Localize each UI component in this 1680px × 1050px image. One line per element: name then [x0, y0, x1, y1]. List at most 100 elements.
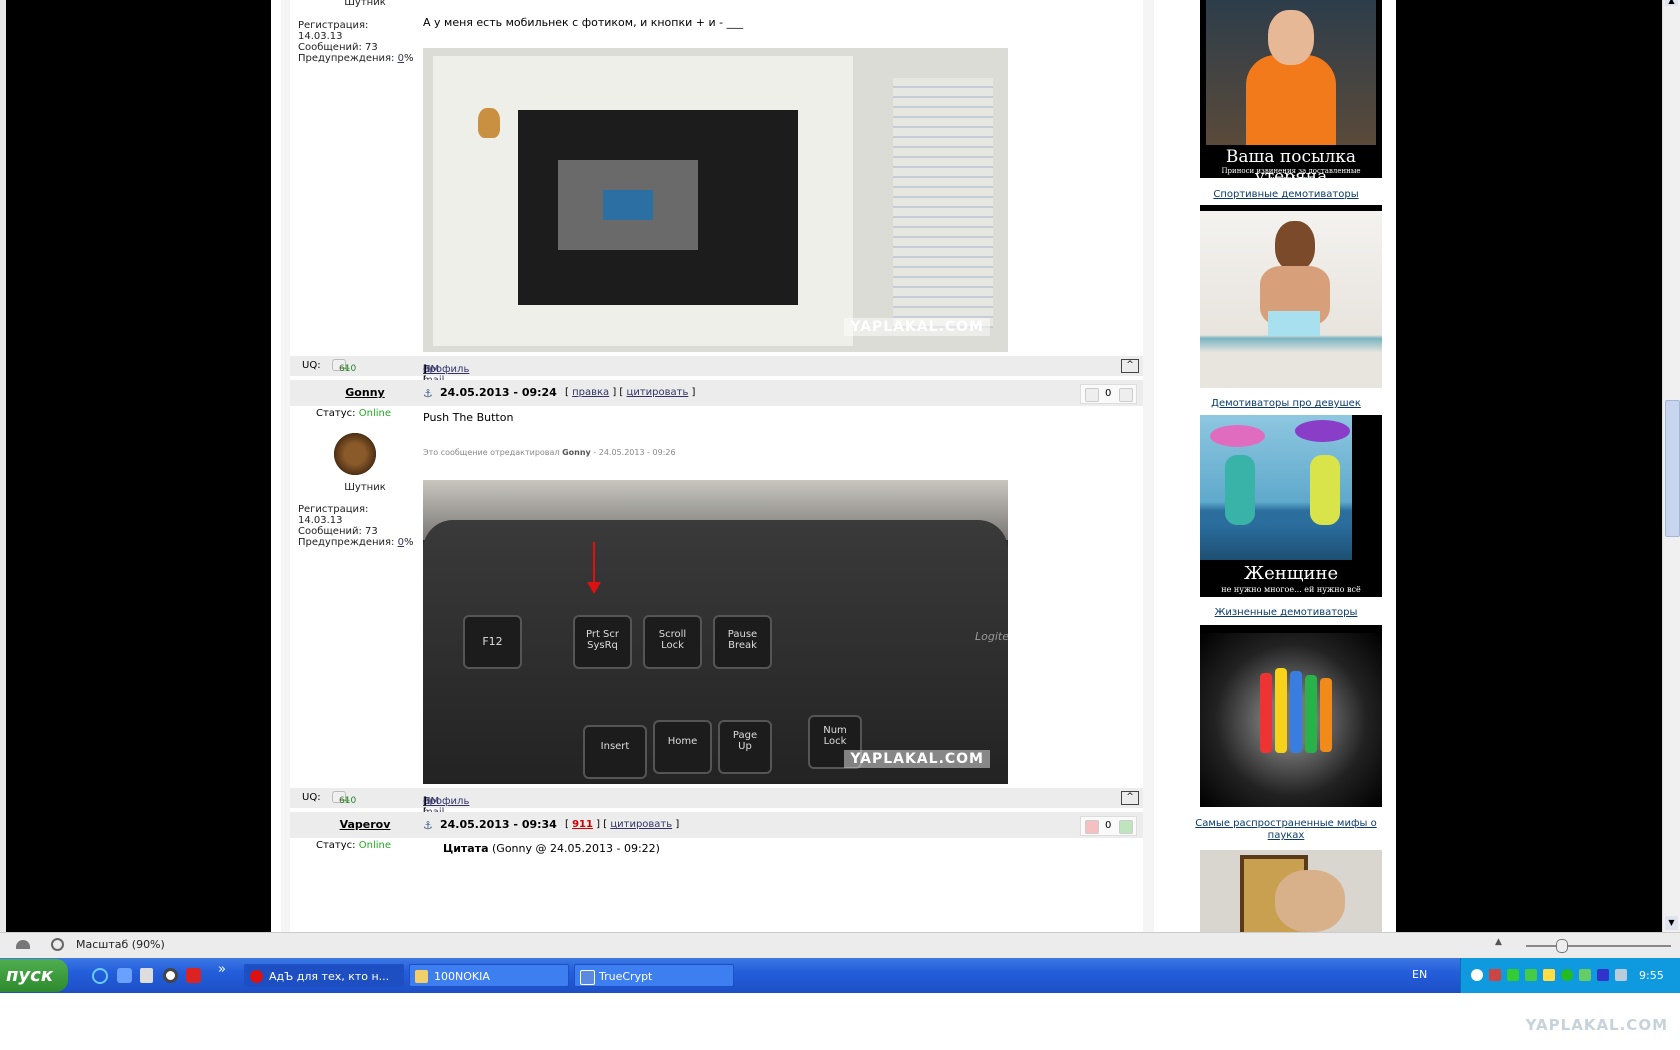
- quote-title: Цитата: [443, 842, 489, 855]
- ie-icon[interactable]: [92, 968, 108, 984]
- zoom-slider-handle[interactable]: [1556, 939, 1568, 953]
- sidebar-link-life[interactable]: Жизненные демотиваторы: [1176, 607, 1396, 618]
- forum-content: Шутник Регистрация: 14.03.13 Сообщений: …: [290, 0, 1143, 932]
- task-folder[interactable]: 100NOKIA: [409, 964, 569, 987]
- vote-down-icon[interactable]: [1085, 388, 1099, 402]
- demotivator-5[interactable]: [1200, 850, 1382, 932]
- sidebar-link-sport[interactable]: Спортивные демотиваторы: [1176, 189, 1396, 200]
- post-author[interactable]: Gonny: [335, 386, 395, 399]
- anchor-icon[interactable]: ⚓: [423, 819, 433, 832]
- media-icon[interactable]: [163, 968, 178, 983]
- post-author[interactable]: Vaperov: [335, 818, 395, 831]
- demotivator-2[interactable]: [1200, 205, 1382, 394]
- post-date: 24.05.2013 - 09:34: [440, 818, 557, 831]
- tray-icon-2[interactable]: [1507, 969, 1519, 981]
- edited-note: Это сообщение отредактировал Gonny - 24.…: [423, 448, 676, 457]
- post2-header: Gonny ⚓ 24.05.2013 - 09:24 [ правка ] [ …: [290, 380, 1143, 406]
- vote-down-icon[interactable]: [1085, 820, 1099, 834]
- vote-up-icon[interactable]: [1119, 820, 1133, 834]
- vote-up-icon[interactable]: [1119, 388, 1133, 402]
- sidebar-link-spiders[interactable]: Самые распространенные мифы о пауках: [1176, 818, 1396, 842]
- warn-label: Предупреждения:: [298, 53, 395, 64]
- demotivator-1-sub: Приноси извинения за доставленные неудоб…: [1221, 167, 1361, 178]
- uq-label: UQ:: [302, 360, 321, 371]
- scroll-thumb[interactable]: [1665, 400, 1680, 537]
- edit-link[interactable]: правка: [572, 387, 609, 398]
- uq-label: UQ:: [302, 792, 321, 803]
- sidebar: Ваша посылка утеряна Приноси извинения з…: [1176, 0, 1396, 932]
- user-avatar[interactable]: [328, 432, 382, 476]
- quicklaunch-icon[interactable]: [117, 968, 132, 983]
- task-truecrypt[interactable]: TrueCrypt: [574, 964, 734, 987]
- warnings: Предупреждения: 0%: [298, 53, 428, 64]
- sidebar-link-girls[interactable]: Демотиваторы про девушек: [1176, 398, 1396, 409]
- zoom-toggle-icon[interactable]: ▲: [1495, 937, 1502, 947]
- quote-link[interactable]: цитировать: [610, 819, 672, 830]
- user-status: Статус: Online: [316, 408, 391, 419]
- demotivator-4[interactable]: [1200, 625, 1382, 815]
- post-photo-monitor[interactable]: YAPLAKAL.COM: [423, 48, 1008, 352]
- key-pause: Pause Break: [713, 615, 772, 669]
- red-arrow-head-icon: [587, 582, 601, 594]
- scroll-up-icon[interactable]: ^: [1121, 359, 1139, 373]
- footer-watermark: YAPLAKAL.COM: [1525, 1016, 1668, 1034]
- scroll-up-arrow-icon[interactable]: ▲: [1665, 0, 1678, 6]
- demotivator-3[interactable]: Женщине не нужно многое... ей нужно всё: [1200, 415, 1382, 597]
- tray-icon-8[interactable]: [1615, 969, 1627, 981]
- warn-pct: %: [403, 53, 414, 64]
- tray-expand-icon[interactable]: [1471, 969, 1483, 981]
- task-opera[interactable]: АдЪ для тех, кто н...: [244, 964, 404, 987]
- demotivator-1[interactable]: Ваша посылка утеряна Приноси извинения з…: [1200, 0, 1382, 178]
- zoom-slider[interactable]: [1526, 945, 1671, 947]
- post-photo-keyboard[interactable]: F12 Prt Scr SysRq Scroll Lock Pause Break L…: [423, 480, 1008, 784]
- start-button[interactable]: пуск: [0, 959, 68, 992]
- karma-plus-icon[interactable]: +: [343, 364, 351, 374]
- reg-label: Регистрация:: [298, 504, 369, 515]
- scroll-down-arrow-icon[interactable]: ▼: [1665, 916, 1678, 930]
- demotivator-1-image: [1206, 0, 1376, 145]
- karma-plus-icon[interactable]: +: [343, 796, 351, 806]
- post1-bottom-bar: UQ: −610+ [ профиль ] [ ПМ ] [ e-mail ] …: [290, 356, 1143, 386]
- clock[interactable]: 9:55: [1639, 969, 1664, 982]
- post-text: А у меня есть мобильнек с фотиком, и кно…: [423, 16, 744, 29]
- user-rank: Шутник: [344, 482, 386, 493]
- folder-icon: [415, 970, 428, 983]
- tray-icon-6[interactable]: [1579, 969, 1591, 981]
- quote-header: Цитата (Gonny @ 24.05.2013 - 09:22): [443, 842, 660, 855]
- user-info: Регистрация: 14.03.13 Сообщений: 73 Пред…: [298, 504, 413, 548]
- language-indicator[interactable]: EN: [1412, 968, 1427, 981]
- online-status: Online: [358, 408, 391, 419]
- post-text: Push The Button: [423, 411, 514, 424]
- karma-widget: −610 +: [332, 791, 356, 806]
- quicklaunch-more-icon[interactable]: »: [218, 962, 226, 977]
- browser-frame: [0, 0, 6, 932]
- tray-icon-5[interactable]: [1561, 969, 1573, 981]
- app-icon[interactable]: [186, 968, 201, 983]
- tray-icon-7[interactable]: [1597, 969, 1609, 981]
- vote-count: 0: [1105, 820, 1112, 831]
- brand-logo: Logitec: [975, 630, 1008, 643]
- tray-icon-1[interactable]: [1489, 969, 1501, 981]
- tray-icon-3[interactable]: [1525, 969, 1537, 981]
- anchor-icon[interactable]: ⚓: [423, 387, 433, 400]
- zoom-level[interactable]: Масштаб (90%): [76, 938, 165, 951]
- notepad-icon[interactable]: [140, 968, 153, 983]
- post-number-link[interactable]: 911: [572, 819, 593, 830]
- scroll-up-icon[interactable]: ^: [1121, 791, 1139, 805]
- post-actions: [ 911 ] [ цитировать ]: [565, 819, 680, 830]
- post-actions: [ правка ] [ цитировать ]: [565, 387, 696, 398]
- quote-link[interactable]: цитировать: [627, 387, 689, 398]
- forum-column: Шутник Регистрация: 14.03.13 Сообщений: …: [281, 0, 1154, 932]
- system-tray: 9:55: [1460, 958, 1680, 993]
- key-prtscr: Prt Scr SysRq: [573, 615, 632, 669]
- cloud-icon[interactable]: [16, 940, 30, 949]
- screen: Шутник Регистрация: 14.03.13 Сообщений: …: [0, 0, 1680, 993]
- user-info: Регистрация: 14.03.13 Сообщений: 73 Пред…: [298, 20, 428, 64]
- key-page-up: Page Up: [718, 720, 772, 774]
- tray-icon-4[interactable]: [1543, 969, 1555, 981]
- zoom-icon[interactable]: [51, 938, 64, 951]
- reg-label: Регистрация:: [298, 20, 369, 31]
- vertical-scrollbar[interactable]: ▲ ▼: [1662, 0, 1680, 932]
- post2-bottom-bar: UQ: −610+ [ профиль ] [ ПМ ] [ e-mail ] …: [290, 788, 1143, 818]
- browser-statusbar: Масштаб (90%) ▲: [0, 932, 1680, 959]
